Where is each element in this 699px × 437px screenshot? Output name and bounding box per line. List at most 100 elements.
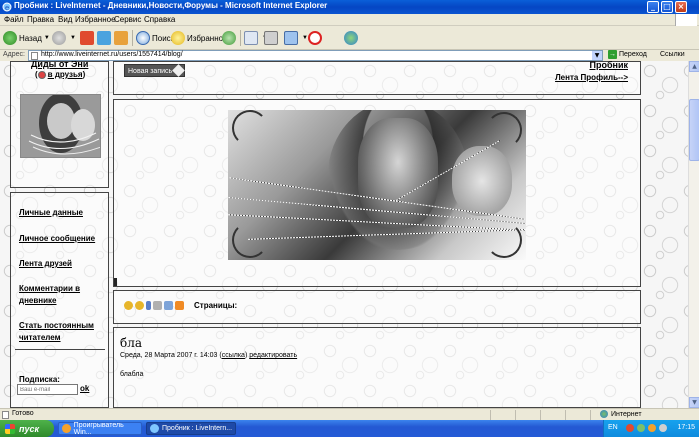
- friends-icon: [37, 70, 46, 79]
- avatar: [20, 94, 101, 158]
- status-text: Готово: [12, 410, 34, 417]
- refresh-button[interactable]: [97, 29, 113, 47]
- scroll-up-icon[interactable]: ▲: [689, 61, 699, 72]
- email-field[interactable]: [17, 384, 78, 395]
- feed-profile-links: Лента Профиль-->: [555, 73, 628, 82]
- start-button[interactable]: пуск: [0, 420, 54, 437]
- messenger-button[interactable]: [344, 29, 360, 47]
- back-button[interactable]: Назад ▼: [3, 29, 50, 47]
- taskbar-item-label: Проигрыватель Win...: [73, 421, 124, 436]
- vertical-scrollbar[interactable]: ▲ ▼: [688, 61, 699, 408]
- sidebar-item-become-reader[interactable]: Стать постоянным читателем: [19, 320, 104, 344]
- menu-view[interactable]: Вид: [58, 15, 72, 24]
- close-button[interactable]: ×: [675, 1, 687, 13]
- add-to-friends-link[interactable]: ( в друзья ): [35, 70, 85, 79]
- new-post-label: Новая запись: [128, 68, 173, 75]
- sidebar-item-friends-feed[interactable]: Лента друзей: [19, 258, 104, 270]
- tray-speaker-icon[interactable]: [648, 424, 656, 432]
- links-button[interactable]: Ссылки: [660, 51, 685, 58]
- tray-antivirus-icon[interactable]: [626, 424, 634, 432]
- go-label: Переход: [619, 51, 647, 58]
- history-icon: [222, 31, 236, 45]
- star-icon: [171, 31, 185, 45]
- svg-text:e: e: [5, 4, 9, 12]
- bookmark-icon[interactable]: [146, 301, 151, 310]
- address-url: http://www.liveinternet.ru/users/1557414…: [41, 51, 183, 58]
- system-tray: EN 17:15: [603, 420, 699, 437]
- sidebar-item-private-message[interactable]: Личное сообщение: [19, 233, 104, 245]
- chevron-down-icon[interactable]: ▼: [592, 51, 602, 60]
- edit-post-link[interactable]: редактировать: [249, 352, 297, 359]
- toolbar: Назад ▼ ▼ Поиск Избранное ▼ ▼: [0, 26, 699, 50]
- scrollbar-thumb[interactable]: [689, 99, 699, 161]
- windows-logo-icon: [675, 14, 697, 26]
- messenger-icon: [344, 31, 358, 45]
- search-icon: [136, 31, 150, 45]
- history-button[interactable]: [222, 29, 238, 47]
- clock: 17:15: [677, 424, 695, 431]
- mail-icon: [244, 31, 258, 45]
- scroll-down-icon[interactable]: ▼: [689, 397, 699, 408]
- edit-button[interactable]: ▼: [284, 29, 308, 47]
- minimize-button[interactable]: _: [647, 1, 659, 13]
- username-link[interactable]: Пробник: [590, 61, 629, 70]
- language-indicator[interactable]: EN: [608, 424, 618, 431]
- home-button[interactable]: [114, 29, 130, 47]
- globe-icon: [600, 410, 608, 418]
- taskbar: пуск Проигрыватель Win... Пробник : Live…: [0, 420, 699, 437]
- rss-icon[interactable]: [175, 301, 184, 310]
- divider: [15, 349, 105, 350]
- pencil-icon: [172, 64, 186, 77]
- web-content: Диды от Эни ( в друзья ) Личные данные Л…: [0, 61, 688, 408]
- profile-panel: Диды от Эни ( в друзья ): [10, 61, 109, 188]
- favorites-button[interactable]: Избранное: [171, 29, 228, 47]
- print-icon[interactable]: [153, 301, 162, 310]
- tray-network-icon[interactable]: [637, 424, 645, 432]
- zone-label: Интернет: [611, 410, 642, 418]
- mail-icon[interactable]: [164, 301, 173, 310]
- go-button[interactable]: → Переход: [608, 50, 647, 59]
- sidebar-item-comments[interactable]: Комментарии в дневнике: [19, 283, 104, 307]
- tray-app-icon[interactable]: [659, 424, 667, 432]
- ie-logo-icon: e: [2, 2, 12, 12]
- menu-tools[interactable]: Сервис: [114, 15, 141, 24]
- windows-logo-icon: [5, 423, 15, 434]
- ornament-icon: [486, 222, 522, 258]
- stop-icon: [80, 31, 94, 45]
- forward-arrow-icon: [52, 31, 66, 45]
- tools-panel: Страницы:: [113, 290, 641, 324]
- banner-panel: [113, 99, 641, 287]
- new-post-button[interactable]: Новая запись: [124, 64, 186, 77]
- address-input[interactable]: http://www.liveinternet.ru/users/1557414…: [28, 50, 603, 61]
- post-permalink[interactable]: ссылка: [222, 352, 245, 359]
- ornament-icon: [486, 112, 522, 148]
- stop-button[interactable]: [80, 29, 96, 47]
- menu-favorites[interactable]: Избранное: [75, 15, 116, 24]
- menu-help[interactable]: Справка: [144, 15, 175, 24]
- taskbar-item-browser[interactable]: Пробник : LiveIntern...: [146, 422, 236, 435]
- blog-post: бла Среда, 28 Марта 2007 г. 14:03 (ссылк…: [113, 327, 641, 408]
- blog-name-link[interactable]: Диды от Эни: [31, 61, 88, 69]
- smiley-icon[interactable]: [124, 301, 133, 310]
- status-bar: Готово Интернет: [0, 408, 699, 420]
- pages-label: Страницы:: [194, 301, 238, 310]
- page-icon: [2, 411, 9, 419]
- menu-edit[interactable]: Правка: [27, 15, 54, 24]
- menu-file[interactable]: Файл: [4, 15, 24, 24]
- post-meta: Среда, 28 Марта 2007 г. 14:03 (ссылка) р…: [120, 352, 298, 359]
- go-arrow-icon: →: [608, 50, 617, 59]
- refresh-icon: [97, 31, 111, 45]
- subscribe-ok-button[interactable]: ok: [80, 384, 89, 393]
- menu-bar: Файл Правка Вид Избранное Сервис Справка: [0, 14, 699, 26]
- forward-button[interactable]: ▼: [52, 29, 76, 47]
- print-button[interactable]: [264, 29, 280, 47]
- window-title: Пробник : LiveInternet - Дневники,Новост…: [14, 1, 328, 10]
- feed-profile-link[interactable]: Лента Профиль-->: [555, 73, 628, 82]
- search-button[interactable]: Поиск: [136, 29, 174, 47]
- smiley-icon[interactable]: [135, 301, 144, 310]
- maximize-button[interactable]: □: [661, 1, 673, 13]
- media-player-icon: [62, 424, 71, 433]
- mail-at-button[interactable]: [308, 29, 324, 47]
- sidebar-item-personal-data[interactable]: Личные данные: [19, 207, 104, 219]
- taskbar-item-media-player[interactable]: Проигрыватель Win...: [58, 421, 142, 436]
